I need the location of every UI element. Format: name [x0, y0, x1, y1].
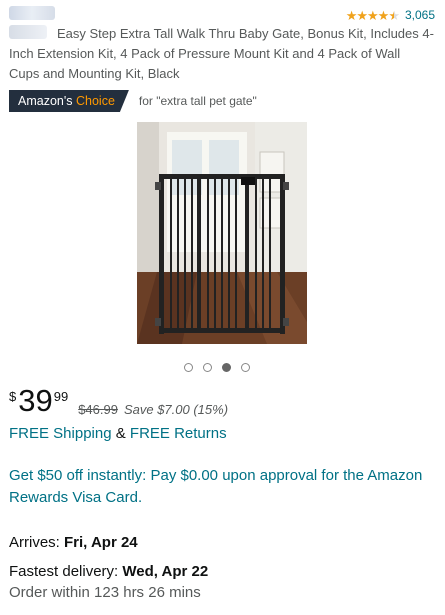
price-whole: 39 — [18, 383, 53, 418]
star-icon: ★ — [356, 7, 368, 23]
image-carousel-dots — [184, 363, 250, 372]
price-block: $ 39 99 $46.99 Save $7.00 (15%) — [9, 385, 228, 417]
rating-summary[interactable]: ★ ★ ★ ★ ★ 3,065 — [346, 8, 435, 22]
visa-promo-link[interactable]: Get $50 off instantly: Pay $0.00 upon ap… — [9, 465, 434, 509]
product-image[interactable] — [137, 122, 307, 344]
choice-keyword: for "extra tall pet gate" — [138, 94, 257, 108]
carousel-dot[interactable] — [241, 363, 250, 372]
price-fraction: 99 — [53, 389, 69, 404]
shipping-line: FREE Shipping & FREE Returns — [9, 425, 227, 442]
price-symbol: $ — [9, 389, 17, 404]
product-title[interactable]: Easy Step Extra Tall Walk Thru Baby Gate… — [9, 24, 434, 84]
star-rating[interactable]: ★ ★ ★ ★ ★ — [345, 7, 400, 23]
carousel-dot[interactable] — [184, 363, 193, 372]
amazons-choice-badge: Amazon's Choice — [9, 90, 129, 112]
fastest-delivery-line: Fastest delivery: Wed, Apr 22 — [9, 563, 208, 580]
star-icon: ★ — [345, 7, 358, 23]
order-within-text: Order within 123 hrs 26 mins — [9, 584, 201, 601]
carousel-dot[interactable] — [203, 363, 212, 372]
free-shipping-link[interactable]: FREE Shipping — [9, 425, 112, 442]
arrives-label: Arrives: — [9, 534, 60, 551]
fastest-date: Wed, Apr 22 — [122, 563, 209, 580]
baby-gate-photo — [137, 122, 307, 344]
free-returns-link[interactable]: FREE Returns — [130, 425, 227, 442]
savings-text: Save $7.00 (15%) — [123, 402, 229, 417]
fastest-label: Fastest delivery: — [9, 563, 119, 580]
arrives-date: Fri, Apr 24 — [64, 534, 138, 551]
brand-name-blurred[interactable] — [9, 6, 55, 20]
amazons-choice-row: Amazon's Choice for "extra tall pet gate… — [9, 90, 257, 112]
half-star-icon: ★ — [388, 7, 400, 23]
star-icon: ★ — [367, 7, 379, 23]
review-count-link[interactable]: 3,065 — [405, 8, 435, 22]
badge-choice-word: Choice — [75, 94, 115, 108]
badge-prefix: Amazon's — [18, 94, 73, 108]
list-price: $46.99 — [78, 402, 118, 417]
arrives-line: Arrives: Fri, Apr 24 — [9, 534, 138, 551]
shipping-ampersand: & — [115, 425, 126, 442]
star-icon: ★ — [377, 7, 390, 23]
carousel-dot-active[interactable] — [222, 363, 231, 372]
